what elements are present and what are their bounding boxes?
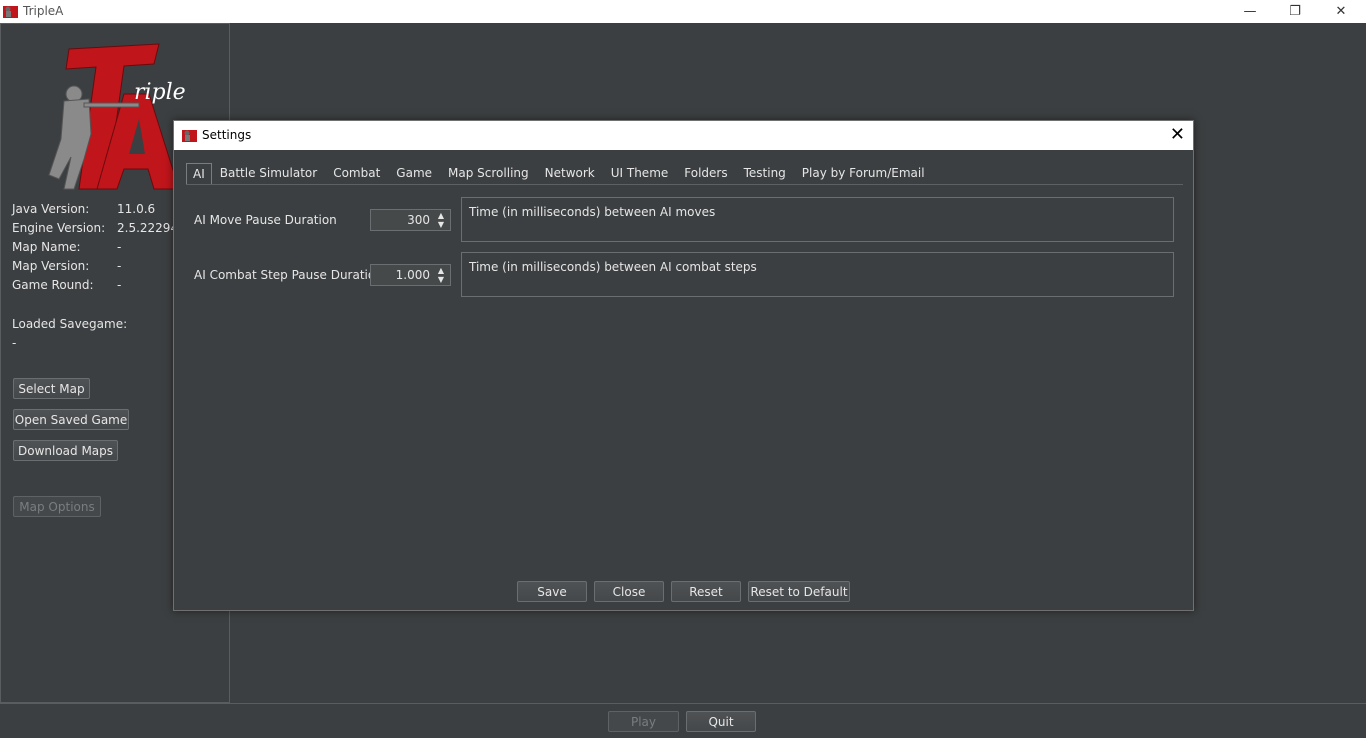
ai-combat-step-pause-value: 1.000 xyxy=(395,268,430,282)
settings-dialog: Settings ✕ AI Battle Simulator Combat Ga… xyxy=(173,120,1194,611)
engine-version-label: Engine Version: xyxy=(12,221,106,235)
window-title: TripleA xyxy=(23,4,64,18)
map-version-value: - xyxy=(117,259,122,273)
reset-to-default-button[interactable]: Reset to Default xyxy=(748,581,850,602)
tab-divider xyxy=(186,184,1183,185)
ai-move-pause-description-text: Time (in milliseconds) between AI moves xyxy=(469,205,716,219)
game-round-label: Game Round: xyxy=(12,278,94,292)
loaded-savegame-label: Loaded Savegame: xyxy=(12,317,128,331)
ai-combat-step-pause-label: AI Combat Step Pause Duration xyxy=(194,268,383,282)
ai-move-pause-description: Time (in milliseconds) between AI moves xyxy=(461,197,1174,242)
triplea-logo: riple xyxy=(48,43,186,190)
ai-combat-step-pause-spinner[interactable]: 1.000 ▲ ▼ xyxy=(370,264,451,286)
window-titlebar: TripleA — ❐ ✕ xyxy=(0,0,1366,23)
open-saved-game-button[interactable]: Open Saved Game xyxy=(13,409,129,430)
select-map-button[interactable]: Select Map xyxy=(13,378,90,399)
minimize-button[interactable]: — xyxy=(1227,0,1273,23)
ai-move-pause-spinner[interactable]: 300 ▲ ▼ xyxy=(370,209,451,231)
dialog-close-icon[interactable]: ✕ xyxy=(1170,125,1185,145)
quit-button[interactable]: Quit xyxy=(686,711,756,732)
triplea-dialog-icon xyxy=(182,130,197,142)
play-button[interactable]: Play xyxy=(608,711,679,732)
map-name-label: Map Name: xyxy=(12,240,81,254)
engine-version-value: 2.5.22294 xyxy=(117,221,179,235)
dialog-title: Settings xyxy=(202,128,252,142)
ai-combat-step-pause-description-text: Time (in milliseconds) between AI combat… xyxy=(469,260,757,274)
triplea-app-icon xyxy=(3,6,18,18)
maximize-button[interactable]: ❐ xyxy=(1272,0,1318,23)
tab-battle-simulator[interactable]: Battle Simulator xyxy=(212,163,325,185)
game-round-value: - xyxy=(117,278,122,292)
tab-folders[interactable]: Folders xyxy=(676,163,735,185)
ai-move-pause-label: AI Move Pause Duration xyxy=(194,213,337,227)
ai-move-pause-value: 300 xyxy=(407,213,430,227)
tab-ui-theme[interactable]: UI Theme xyxy=(603,163,677,185)
close-button[interactable]: Close xyxy=(594,581,664,602)
svg-text:riple: riple xyxy=(134,80,186,105)
java-version-label: Java Version: xyxy=(12,202,90,216)
spinner-arrows-icon[interactable]: ▲ ▼ xyxy=(434,266,448,284)
ai-combat-step-pause-description: Time (in milliseconds) between AI combat… xyxy=(461,252,1174,297)
save-button[interactable]: Save xyxy=(517,581,587,602)
dialog-titlebar: Settings ✕ xyxy=(174,121,1193,150)
loaded-savegame-value: - xyxy=(12,336,17,350)
tab-testing[interactable]: Testing xyxy=(736,163,794,185)
tab-network[interactable]: Network xyxy=(537,163,603,185)
close-window-button[interactable]: ✕ xyxy=(1318,0,1364,23)
download-maps-button[interactable]: Download Maps xyxy=(13,440,118,461)
map-options-button[interactable]: Map Options xyxy=(13,496,101,517)
bottom-bar: Play Quit xyxy=(0,703,1366,738)
map-version-label: Map Version: xyxy=(12,259,90,273)
tab-game[interactable]: Game xyxy=(388,163,440,185)
reset-button[interactable]: Reset xyxy=(671,581,741,602)
tab-play-by-forum-email[interactable]: Play by Forum/Email xyxy=(794,163,933,185)
tab-combat[interactable]: Combat xyxy=(325,163,388,185)
tab-ai[interactable]: AI xyxy=(186,163,212,185)
java-version-value: 11.0.6 xyxy=(117,202,156,216)
map-name-value: - xyxy=(117,240,122,254)
settings-tabs: AI Battle Simulator Combat Game Map Scro… xyxy=(186,163,933,185)
spinner-arrows-icon[interactable]: ▲ ▼ xyxy=(434,211,448,229)
tab-map-scrolling[interactable]: Map Scrolling xyxy=(440,163,537,185)
